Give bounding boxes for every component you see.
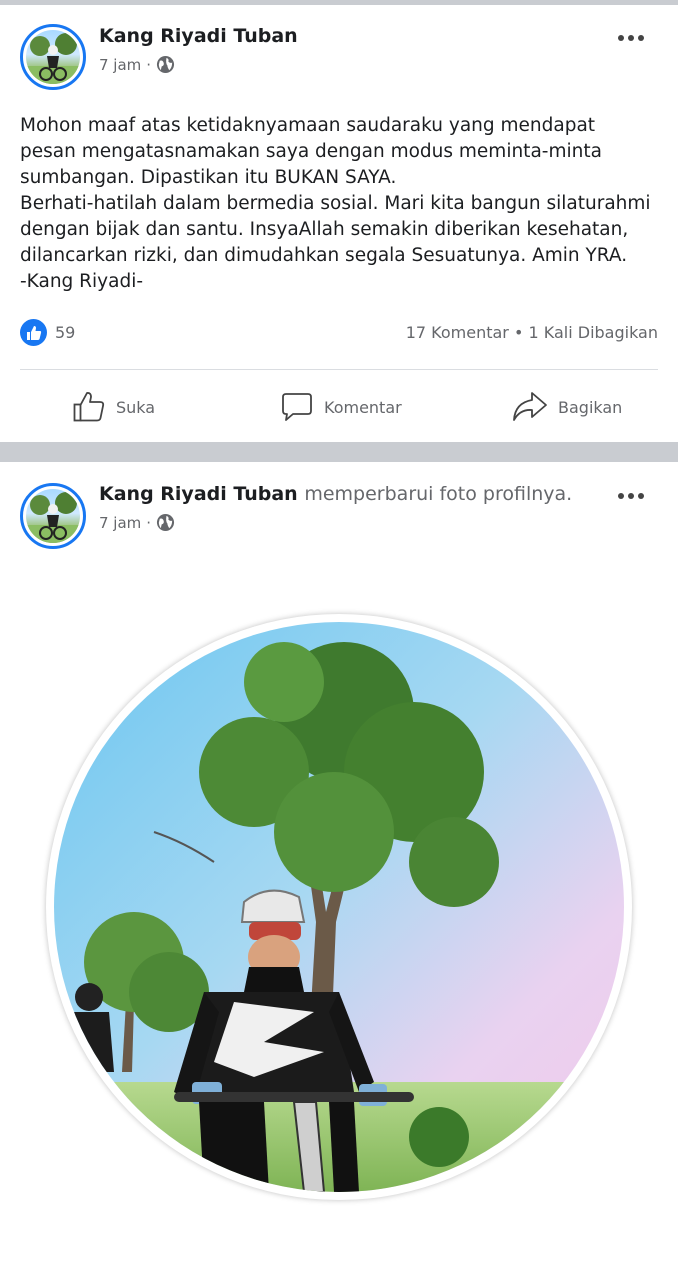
- like-icon: [20, 319, 47, 346]
- post-meta: 7 jam ·: [99, 513, 175, 532]
- comment-label: Komentar: [324, 397, 402, 417]
- comment-button[interactable]: Komentar: [280, 385, 402, 429]
- post-header: Kang Riyadi Tuban memperbarui foto profi…: [99, 483, 572, 505]
- share-button[interactable]: Bagikan: [512, 385, 622, 429]
- reaction-summary-cutoff: [20, 1270, 658, 1280]
- feed-separator: [0, 442, 678, 462]
- avatar-image: [26, 489, 80, 543]
- post-action-text: memperbarui foto profilnya.: [304, 483, 573, 505]
- divider: [20, 369, 658, 370]
- reaction-count: 59: [55, 323, 76, 342]
- comment-share-counts[interactable]: 17 Komentar • 1 Kali Dibagikan: [406, 323, 658, 342]
- post-meta: 7 jam ·: [99, 55, 175, 74]
- reaction-summary[interactable]: 59: [20, 319, 75, 346]
- post-time[interactable]: 7 jam: [99, 514, 141, 532]
- post-card: Kang Riyadi Tuban 7 jam · Mohon maaf ata…: [0, 5, 678, 442]
- meta-separator: ·: [146, 55, 152, 74]
- globe-icon: [157, 513, 175, 532]
- comment-icon: [282, 393, 312, 421]
- post-text: Mohon maaf atas ketidaknyamaan saudaraku…: [20, 115, 651, 292]
- post-author[interactable]: Kang Riyadi Tuban: [99, 25, 298, 47]
- globe-icon: [157, 55, 175, 74]
- meta-separator: ·: [146, 513, 152, 532]
- post-author[interactable]: Kang Riyadi Tuban: [99, 483, 298, 505]
- like-label: Suka: [116, 397, 156, 417]
- profile-photo[interactable]: [46, 614, 632, 1200]
- post-card: Kang Riyadi Tuban memperbarui foto profi…: [0, 462, 678, 1280]
- like-button[interactable]: Suka: [72, 385, 155, 429]
- share-icon: [513, 392, 547, 421]
- avatar-image: [26, 30, 80, 84]
- more-options-icon[interactable]: [618, 489, 650, 503]
- share-label: Bagikan: [558, 397, 623, 417]
- avatar[interactable]: [20, 483, 86, 549]
- profile-photo-image: [54, 622, 624, 1192]
- post-actions: Suka Komentar Bagikan: [0, 385, 678, 429]
- thumbs-up-icon: [73, 392, 105, 422]
- avatar[interactable]: [20, 24, 86, 90]
- more-options-icon[interactable]: [618, 31, 650, 45]
- post-time[interactable]: 7 jam: [99, 56, 141, 74]
